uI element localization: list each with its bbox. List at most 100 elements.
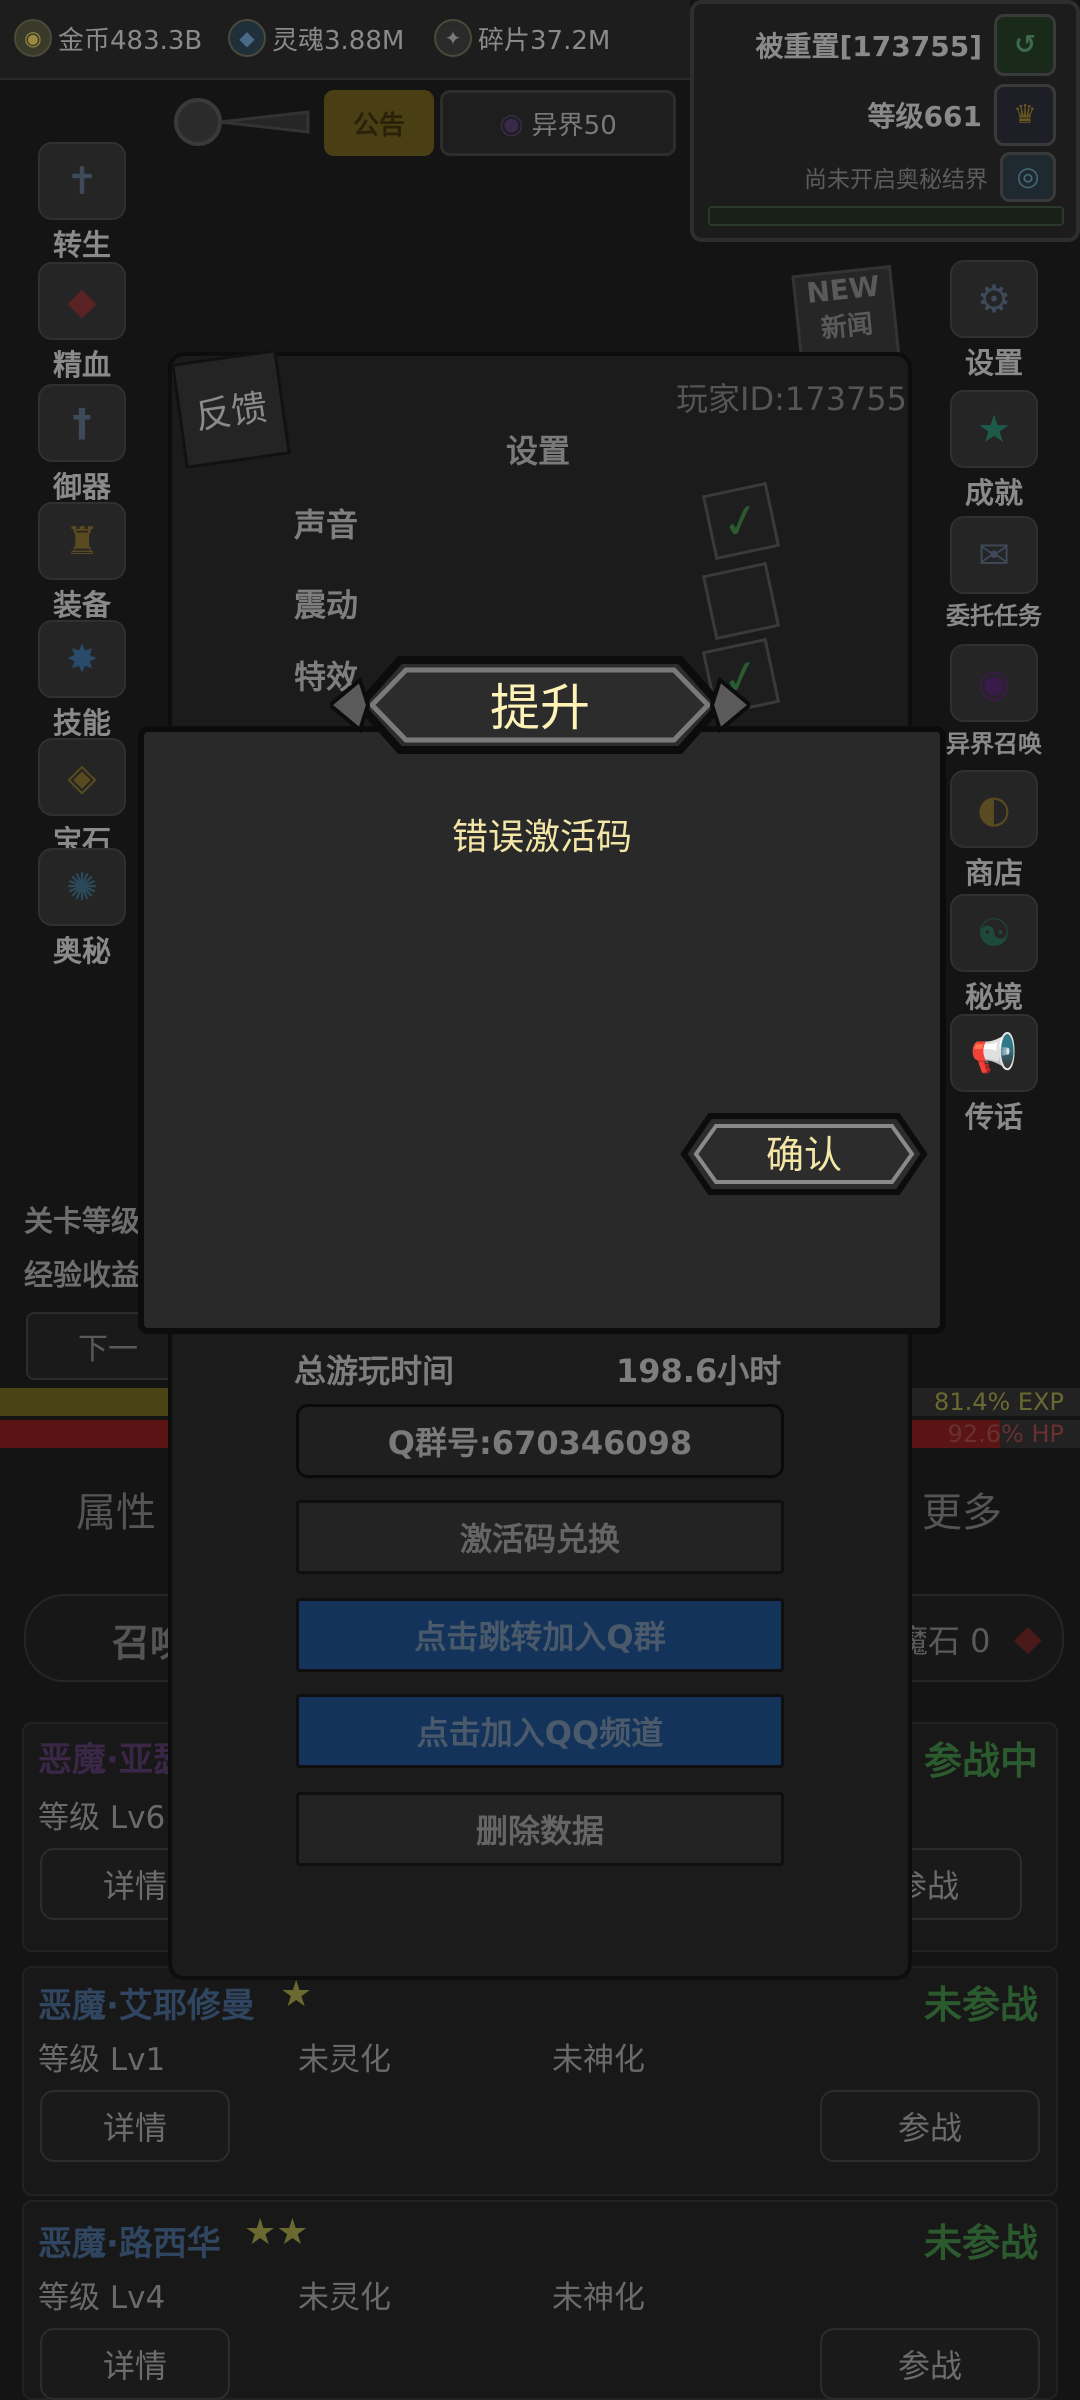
cross-icon: ✝ [38, 142, 126, 220]
gear-icon: ⚙ [950, 260, 1038, 338]
hero-join-button[interactable]: 参战 [820, 2090, 1040, 2162]
vortex-icon: ✺ [38, 848, 126, 926]
reset-row[interactable]: 被重置[173755] ↺ [755, 14, 1056, 76]
dialog-title: 提升 [490, 679, 590, 737]
mystic-label: 尚未开启奥秘结界 [804, 167, 988, 193]
hero-name: 恶魔·亚瑟 [38, 1740, 187, 1780]
side-item-mystic[interactable]: ✺ 奥秘 [22, 848, 142, 970]
exp-income-label: 经验收益 [24, 1258, 141, 1292]
dialog-message: 错误激活码 [451, 817, 632, 858]
hero-stars: ★ [280, 1974, 313, 2015]
coin-icon: ◉ [14, 19, 52, 57]
redeem-code-button[interactable]: 激活码兑换 [296, 1500, 784, 1574]
side-item-skill[interactable]: ✸ 技能 [22, 620, 142, 742]
side-item-quests[interactable]: ✉ 委托任务 [928, 516, 1060, 631]
side-label-message: 传话 [964, 1100, 1023, 1134]
crown-icon: ♛ [994, 84, 1056, 146]
side-item-summon[interactable]: ◉ 异界召唤 [928, 644, 1060, 759]
portal-icon: ◉ [499, 106, 524, 140]
side-label-rebirth: 转生 [52, 228, 111, 262]
reset-icon: ↺ [994, 14, 1056, 76]
star-icon: ★ [950, 390, 1038, 468]
side-item-shop[interactable]: ◐ 商店 [934, 770, 1054, 892]
hero-spirit-status: 未灵化 [298, 2042, 391, 2078]
player-id: 玩家ID:173755 [676, 380, 908, 418]
side-label-blood: 精血 [52, 348, 111, 382]
reset-label: 被重置[173755] [755, 30, 983, 63]
side-label-secret-realm: 秘境 [964, 980, 1023, 1014]
gold-amount: 金币483.3B [58, 25, 203, 56]
side-label-settings: 设置 [964, 346, 1023, 380]
hero-level: 等级 Lv6 [38, 1800, 166, 1836]
shard-resource: ✦ 碎片37.2M [434, 18, 610, 58]
side-label-artifact: 御器 [52, 470, 111, 504]
mask-icon: ☯ [950, 894, 1038, 972]
side-item-message[interactable]: 📢 传话 [934, 1014, 1054, 1136]
swirl-icon: ◎ [1000, 152, 1056, 202]
mystic-row[interactable]: 尚未开启奥秘结界 ◎ [804, 152, 1056, 202]
gem-icon: ◈ [38, 738, 126, 816]
notice-button[interactable]: 公告 [324, 90, 434, 156]
hero-state: 未参战 [923, 1983, 1038, 2027]
helmet-icon: ♜ [38, 502, 126, 580]
feedback-button[interactable]: 反馈 [171, 349, 291, 469]
side-item-gem[interactable]: ◈ 宝石 [22, 738, 142, 860]
summon-portal-icon: ◉ [950, 644, 1038, 722]
scroll-icon: ✉ [950, 516, 1038, 594]
soul-amount: 灵魂3.88M [272, 25, 405, 56]
hero-level: 等级 Lv4 [38, 2280, 166, 2316]
sound-label: 声音 [294, 506, 359, 544]
realm-label: 异界50 [531, 110, 617, 141]
next-stage-label: 下一 [78, 1332, 138, 1367]
check-icon: ✓ [716, 490, 766, 552]
soul-resource: ◆ 灵魂3.88M [228, 18, 404, 58]
playtime-value: 198.6小时 [616, 1352, 782, 1390]
hero-divine-status: 未神化 [552, 2042, 645, 2078]
side-item-rebirth[interactable]: ✝ 转生 [22, 142, 142, 264]
realm-button[interactable]: ◉ 异界50 [440, 90, 676, 156]
hero-details-button[interactable]: 详情 [40, 2328, 230, 2400]
level-label: 等级661 [867, 100, 982, 133]
vibration-checkbox[interactable] [701, 561, 781, 641]
hero-state: 未参战 [923, 2221, 1038, 2265]
delete-data-button[interactable]: 删除数据 [296, 1792, 784, 1866]
side-label-quests: 委托任务 [946, 602, 1042, 630]
demon-stone-icon: ◆ [1014, 1618, 1042, 1659]
qq-group-number[interactable]: Q群号:670346098 [296, 1404, 784, 1478]
join-qq-channel-button[interactable]: 点击加入QQ频道 [296, 1694, 784, 1768]
bag-icon: ◐ [950, 770, 1038, 848]
side-item-secret-realm[interactable]: ☯ 秘境 [934, 894, 1054, 1016]
confirm-label: 确认 [765, 1133, 842, 1177]
tab-more[interactable]: 更多 [922, 1480, 1002, 1538]
side-item-blood[interactable]: ◆ 精血 [22, 262, 142, 384]
sound-checkbox[interactable]: ✓ [701, 481, 781, 561]
side-label-shop: 商店 [964, 856, 1023, 890]
crystal-icon: ✸ [38, 620, 126, 698]
side-label-summon: 异界召唤 [946, 730, 1042, 758]
tab-attributes[interactable]: 属性 [76, 1480, 156, 1538]
side-label-achievement: 成就 [964, 476, 1023, 510]
hero-state: 参战中 [923, 1739, 1038, 1783]
settings-title: 设置 [506, 432, 571, 470]
hp-percent: 92.6% HP [947, 1420, 1064, 1448]
shard-icon: ✦ [434, 19, 472, 57]
join-qq-group-button[interactable]: 点击跳转加入Q群 [296, 1598, 784, 1672]
playtime-label: 总游玩时间 [294, 1352, 455, 1390]
hero-join-button[interactable]: 参战 [820, 2328, 1040, 2400]
sword-icon: † [38, 384, 126, 462]
horn-icon: 📢 [950, 1014, 1038, 1092]
side-label-equipment: 装备 [52, 588, 111, 622]
side-item-artifact[interactable]: † 御器 [22, 384, 142, 506]
key-icon [168, 92, 318, 152]
hero-details-button[interactable]: 详情 [40, 2090, 230, 2162]
hero-level: 等级 Lv1 [38, 2042, 166, 2078]
side-item-equipment[interactable]: ♜ 装备 [22, 502, 142, 624]
stage-level-label: 关卡等级 [24, 1204, 141, 1238]
hero-spirit-status: 未灵化 [298, 2280, 391, 2316]
hero-name: 恶魔·艾耶修曼 [38, 1986, 255, 2026]
soul-icon: ◆ [228, 19, 266, 57]
gold-resource: ◉ 金币483.3B [14, 18, 202, 58]
side-item-settings[interactable]: ⚙ 设置 [934, 260, 1054, 382]
side-label-mystic: 奥秘 [52, 934, 111, 968]
side-item-achievement[interactable]: ★ 成就 [934, 390, 1054, 512]
